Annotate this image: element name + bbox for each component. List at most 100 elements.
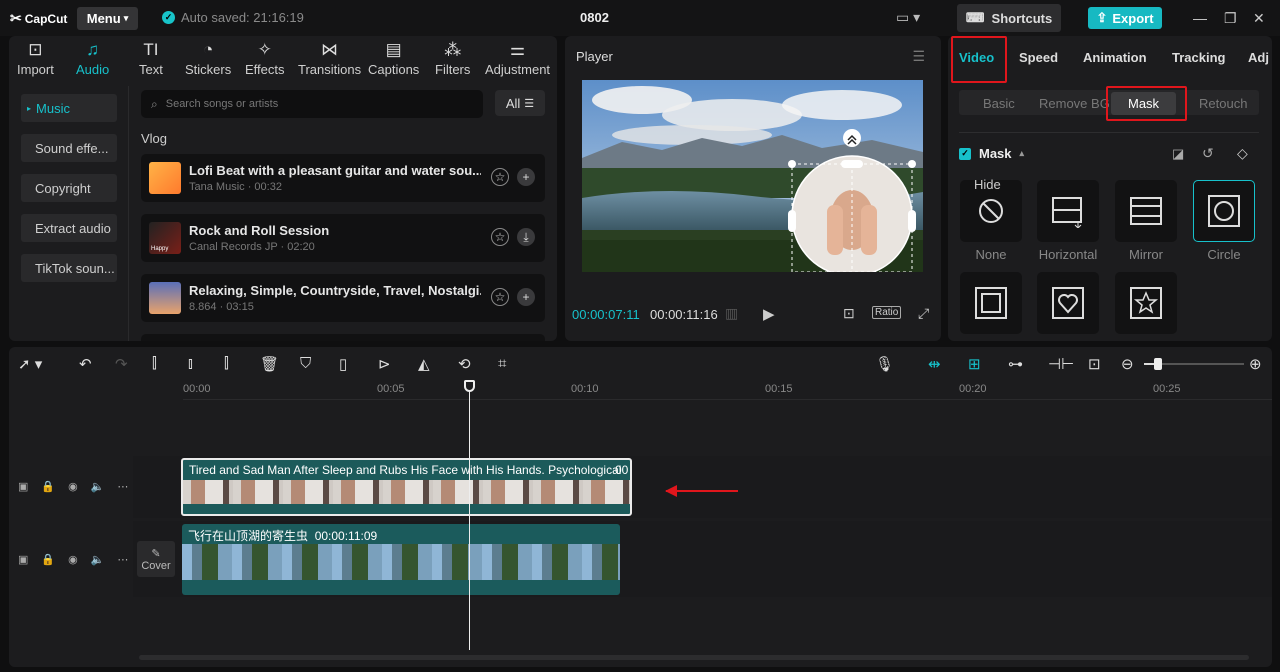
add-icon[interactable]: + (517, 288, 535, 306)
song-title: Lofi Beat with a pleasant guitar and wat… (189, 163, 481, 178)
microphone-icon[interactable]: 🎙 (875, 355, 894, 373)
preview-axis-icon[interactable]: ⊡ (1088, 355, 1101, 373)
menu-button[interactable]: Menu ▾ (77, 7, 138, 30)
sidebar-item-extract-audio[interactable]: Extract audio (21, 214, 117, 242)
lock-icon[interactable]: 🔒 (41, 553, 55, 566)
tab-captions[interactable]: ▤ Captions (368, 40, 419, 77)
tab-adjust[interactable]: Adj (1248, 50, 1270, 65)
lock-icon[interactable]: 🔒 (41, 480, 55, 493)
favorite-icon[interactable]: ☆ (491, 228, 509, 246)
crop-icon[interactable]: ⌗ (498, 355, 506, 372)
eye-icon[interactable]: ◉ (68, 553, 78, 566)
close-icon[interactable]: ✕ (1253, 10, 1265, 27)
tab-transitions[interactable]: ⋈ Transitions (298, 40, 361, 77)
song-item[interactable]: Relaxing, Simple, Countryside, Travel, N… (141, 274, 545, 322)
sidebar-item-music[interactable]: ▸ Music (21, 94, 117, 122)
delete-icon[interactable]: 🗑 (260, 355, 279, 373)
split-icon[interactable]: ⫿ (152, 355, 157, 372)
overlay-clip[interactable]: Tired and Sad Man After Sleep and Rubs H… (181, 458, 632, 516)
preview-frame (582, 80, 923, 272)
speaker-icon[interactable]: 🔈 (91, 553, 105, 566)
layout-icon[interactable]: ▭ ▾ (896, 9, 920, 26)
sidebar-item-tiktok-sounds[interactable]: TikTok soun... (21, 254, 117, 282)
shortcuts-button[interactable]: ⌨ Shortcuts (957, 4, 1061, 32)
subtab-remove-bg[interactable]: Remove BG (1039, 96, 1110, 111)
split-right-icon[interactable]: ⫿ (224, 355, 229, 372)
tab-import[interactable]: ⊡ Import (17, 40, 54, 77)
link-snap-icon[interactable]: ⊞ (968, 355, 981, 373)
download-icon[interactable]: ⤓ (517, 228, 535, 246)
mirror-icon[interactable]: ◭ (418, 355, 430, 373)
mask-star[interactable] (1115, 272, 1177, 334)
edit-icon[interactable]: ◪ (1172, 146, 1184, 162)
redo-icon[interactable]: ↷ (115, 355, 128, 373)
favorite-icon[interactable]: ☆ (491, 288, 509, 306)
mask-circle[interactable] (1193, 180, 1255, 242)
more-icon[interactable]: ⋯ (117, 480, 128, 493)
waveform-icon[interactable]: ▥ (725, 305, 738, 322)
marker-icon[interactable]: ⛉ (300, 355, 311, 372)
export-button[interactable]: ⇪ Export (1088, 7, 1162, 29)
subtab-basic[interactable]: Basic (983, 96, 1015, 111)
highlight-video-tab (951, 36, 1007, 83)
mask-checkbox[interactable]: ✓ (959, 147, 971, 160)
magnet-icon[interactable]: ⇹ (928, 355, 941, 373)
sidebar-item-copyright[interactable]: Copyright (21, 174, 117, 202)
mask-mirror[interactable] (1115, 180, 1177, 242)
tab-stickers[interactable]: ◔ Stickers (185, 40, 231, 77)
playhead-handle[interactable] (464, 380, 475, 392)
add-icon[interactable]: + (517, 168, 535, 186)
favorite-icon[interactable]: ☆ (491, 168, 509, 186)
video-preview[interactable] (582, 80, 923, 272)
hamburger-icon[interactable]: ☰ (912, 48, 925, 65)
mask-rectangle[interactable] (960, 272, 1022, 334)
freeze-icon[interactable]: ▯ (339, 355, 347, 373)
subtab-retouch[interactable]: Retouch (1199, 96, 1247, 111)
reverse-icon[interactable]: ⊳ (378, 355, 391, 373)
project-name[interactable]: 0802 (580, 10, 609, 25)
more-icon[interactable]: ⋯ (117, 553, 128, 566)
time-ruler[interactable]: 00:00 00:05 00:10 00:15 00:20 00:25 (183, 380, 1272, 400)
zoom-in-icon[interactable]: ⊕ (1249, 355, 1262, 373)
mask-horizontal[interactable] (1037, 180, 1099, 242)
tab-audio[interactable]: ♫ Audio (76, 40, 109, 77)
split-left-icon[interactable]: ⫾ (188, 355, 193, 372)
fit-icon[interactable]: ⊡ (843, 305, 855, 322)
fullscreen-icon[interactable]: ⤢ (918, 305, 929, 322)
zoom-slider[interactable] (1144, 358, 1244, 370)
horizontal-scrollbar[interactable] (139, 655, 1249, 660)
clip-filmstrip (182, 544, 620, 580)
restore-icon[interactable]: ❐ (1224, 10, 1237, 27)
tab-speed[interactable]: Speed (1019, 50, 1058, 65)
reset-icon[interactable]: ↺ (1202, 145, 1214, 162)
filter-all-button[interactable]: All ☰ (495, 90, 545, 116)
minimize-icon[interactable]: — (1193, 10, 1207, 26)
speaker-icon[interactable]: 🔈 (91, 480, 105, 493)
split-view-icon[interactable]: ⊣⊢ (1048, 355, 1074, 373)
main-clip[interactable]: 飞行在山顶湖的寄生虫 00:00:11:09 (182, 524, 620, 595)
sidebar-item-sound-effects[interactable]: Sound effe... (21, 134, 117, 162)
search-input[interactable]: ⌕ Search songs or artists (141, 90, 483, 118)
highlight-mask-subtab (1106, 86, 1187, 121)
current-time: 00:00:07:11 (572, 307, 640, 322)
tab-adjustment[interactable]: ⚌ Adjustment (485, 40, 550, 77)
song-item[interactable]: Happy Rock and Roll Session Canal Records… (141, 214, 545, 262)
tab-text[interactable]: TI Text (139, 40, 163, 77)
ratio-button[interactable]: Ratio (872, 306, 902, 319)
select-tool-icon[interactable]: ➚ ▾ (18, 355, 42, 373)
playhead[interactable] (469, 380, 470, 650)
tab-animation[interactable]: Animation (1083, 50, 1147, 65)
undo-icon[interactable]: ↶ (79, 355, 92, 373)
keyframe-icon[interactable]: ◇ (1237, 145, 1248, 162)
play-icon[interactable]: ▶ (763, 305, 775, 323)
cover-button[interactable]: ✎ Cover (137, 541, 175, 577)
tab-effects[interactable]: ✧ Effects (245, 40, 285, 77)
tab-filters[interactable]: ⁂ Filters (435, 40, 470, 77)
link-icon[interactable]: ⊶ (1008, 355, 1023, 373)
rotate-icon[interactable]: ⟲ (458, 355, 471, 373)
song-item[interactable]: Lofi Beat with a pleasant guitar and wat… (141, 154, 545, 202)
eye-icon[interactable]: ◉ (68, 480, 78, 493)
mask-heart[interactable] (1037, 272, 1099, 334)
zoom-out-icon[interactable]: ⊖ (1121, 355, 1134, 373)
tab-tracking[interactable]: Tracking (1172, 50, 1225, 65)
